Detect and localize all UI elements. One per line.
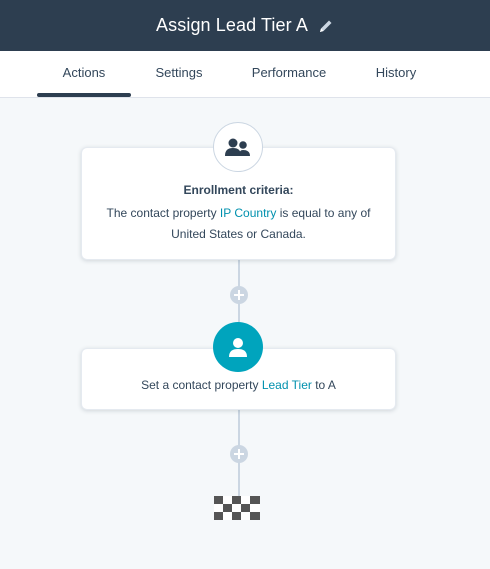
tab-settings[interactable]: Settings	[146, 51, 212, 97]
criteria-text-part: is equal to any of	[276, 206, 371, 220]
contact-icon	[213, 322, 263, 372]
workflow-title: Assign Lead Tier A	[156, 15, 308, 35]
property-link[interactable]: IP Country	[220, 206, 276, 220]
criteria-value: Canada	[260, 227, 303, 241]
tab-bar: Actions Settings Performance History	[0, 51, 490, 98]
contacts-icon	[213, 122, 263, 172]
property-link[interactable]: Lead Tier	[262, 378, 312, 392]
enrollment-criteria-text: The contact property IP Country is equal…	[94, 203, 383, 245]
criteria-text-part: or	[243, 227, 261, 241]
action-text-part: Set a contact property	[141, 378, 262, 392]
workflow-header: Assign Lead Tier A	[0, 0, 490, 51]
pencil-icon[interactable]	[318, 18, 334, 34]
criteria-text-part: .	[302, 227, 306, 241]
checkered-flag-icon	[214, 496, 260, 520]
action-description: Set a contact property Lead Tier to A	[82, 378, 395, 392]
tab-actions[interactable]: Actions	[37, 51, 131, 97]
add-action-button[interactable]	[230, 286, 248, 304]
enrollment-criteria-title: Enrollment criteria:	[183, 183, 294, 197]
tab-performance[interactable]: Performance	[245, 51, 333, 97]
add-action-button[interactable]	[230, 445, 248, 463]
tab-history[interactable]: History	[366, 51, 426, 97]
action-text-part: to A	[311, 378, 336, 392]
criteria-text-part: The contact property	[106, 206, 220, 220]
criteria-value: United States	[171, 227, 244, 241]
